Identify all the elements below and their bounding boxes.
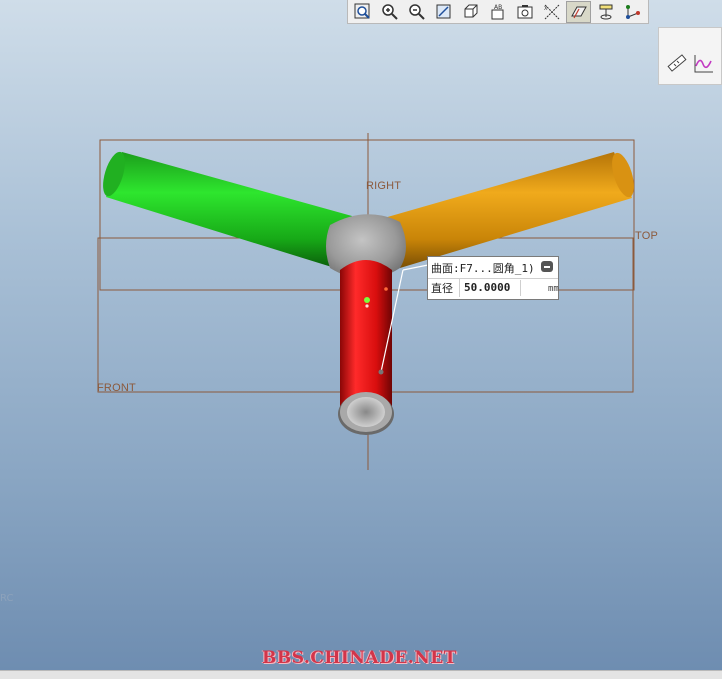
- analysis-graph-button[interactable]: [693, 52, 715, 74]
- graphics-viewport[interactable]: RIGHT TOP FRONT 曲面:F7...圆角_1) 直径 50.0000…: [0, 0, 722, 678]
- datum-plane-button[interactable]: [566, 0, 591, 23]
- view-toolbar: AB X: [347, 0, 649, 24]
- datum-point-icon: [599, 4, 612, 19]
- analysis-panel: [658, 27, 722, 85]
- zoom-in-button[interactable]: [377, 1, 402, 23]
- named-views-button[interactable]: AB: [485, 1, 510, 23]
- green-pipe[interactable]: [99, 149, 352, 268]
- datum-csys-button[interactable]: [620, 1, 645, 23]
- display-style-button[interactable]: [458, 1, 483, 23]
- datum-csys-icon: [625, 4, 640, 19]
- analysis-graph-icon: [694, 55, 713, 73]
- datum-axis-button[interactable]: X: [539, 1, 564, 23]
- tooltip-title: 曲面:F7...圆角_1): [431, 262, 535, 275]
- zoom-in-icon: [381, 3, 398, 20]
- measure-icon: [667, 54, 687, 72]
- display-style-icon: [464, 4, 477, 17]
- diameter-value: 50.0000: [464, 281, 511, 294]
- diameter-unit: mm: [548, 284, 559, 294]
- top-plane-label[interactable]: TOP: [635, 230, 658, 242]
- red-pipe[interactable]: [340, 260, 392, 412]
- zoom-window-icon: [354, 3, 370, 19]
- saved-orientation-button[interactable]: [512, 1, 537, 23]
- front-plane-label[interactable]: FRONT: [97, 382, 136, 394]
- watermark: BBS.CHINADE.NET: [262, 648, 457, 668]
- corner-label: RC: [0, 593, 14, 604]
- named-views-icon: AB: [491, 4, 503, 19]
- orange-pipe[interactable]: [384, 150, 638, 268]
- minimize-icon[interactable]: [541, 261, 553, 272]
- zoom-window-button[interactable]: [350, 1, 375, 23]
- diameter-label: 直径: [431, 282, 453, 295]
- datum-point-button[interactable]: [593, 1, 618, 23]
- refit-button[interactable]: [431, 1, 456, 23]
- refit-icon: [436, 4, 450, 18]
- measure-tooltip[interactable]: 曲面:F7...圆角_1) 直径 50.0000 mm: [427, 256, 559, 300]
- diameter-field[interactable]: 50.0000 mm: [459, 279, 559, 297]
- zoom-out-icon: [408, 3, 425, 20]
- svg-text:X: X: [544, 6, 548, 12]
- datum-plane-icon: [570, 6, 587, 18]
- measure-button[interactable]: [666, 52, 688, 74]
- svg-text:AB: AB: [494, 4, 502, 11]
- datum-axis-icon: X: [544, 4, 559, 19]
- saved-orientation-icon: [517, 4, 532, 18]
- right-plane-label[interactable]: RIGHT: [366, 180, 401, 192]
- unit-divider: [520, 280, 522, 296]
- model-scene[interactable]: [0, 0, 722, 678]
- zoom-out-button[interactable]: [404, 1, 429, 23]
